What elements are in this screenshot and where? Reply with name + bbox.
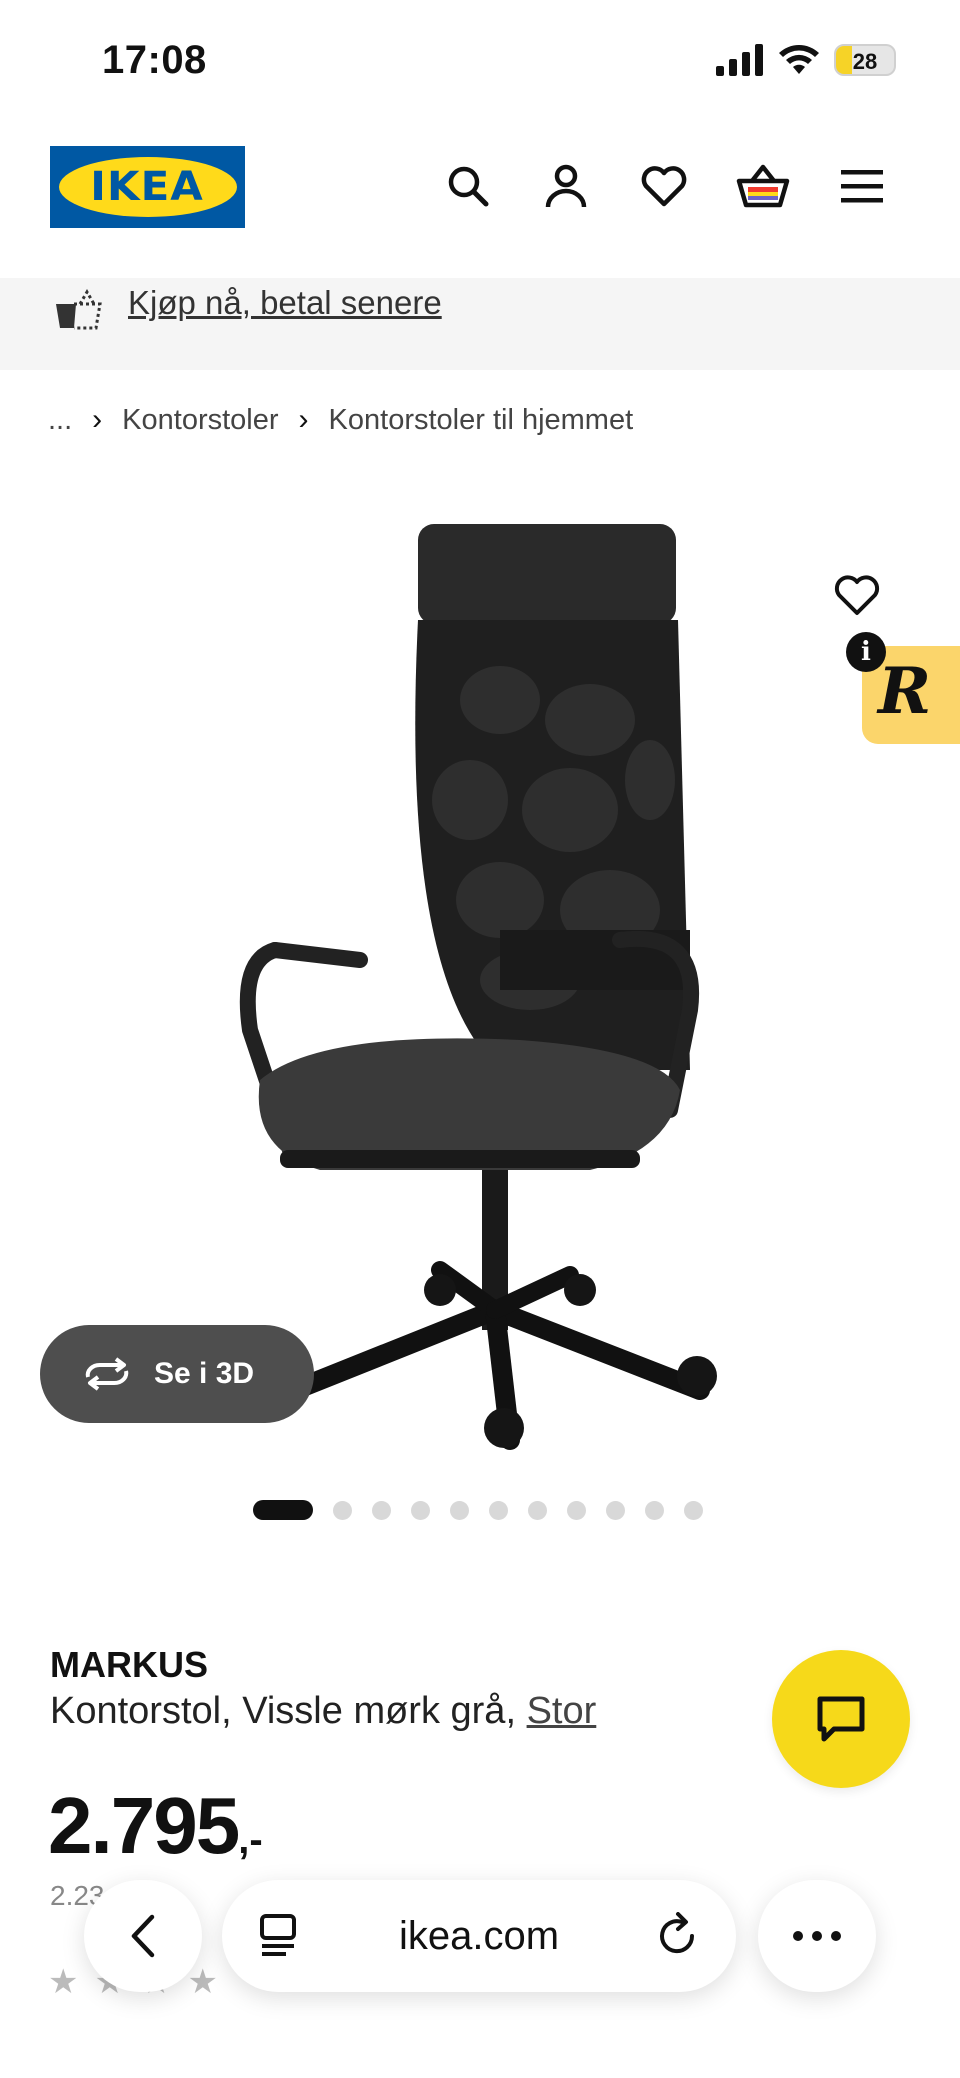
- carousel-indicator[interactable]: [253, 1500, 703, 1520]
- chat-icon: [817, 1696, 865, 1742]
- product-image[interactable]: [200, 510, 760, 1470]
- basket-icon[interactable]: [733, 156, 793, 216]
- ikea-logo[interactable]: IKEA: [50, 146, 245, 228]
- star-icon: ★: [48, 1963, 79, 2001]
- carousel-dot[interactable]: [372, 1500, 391, 1520]
- carousel-dot[interactable]: [567, 1500, 586, 1520]
- breadcrumb-item[interactable]: Kontorstoler: [122, 404, 278, 437]
- heart-icon[interactable]: [634, 156, 694, 216]
- banner-link[interactable]: Kjøp nå, betal senere: [128, 284, 442, 322]
- more-icon: [793, 1931, 841, 1941]
- carousel-dot[interactable]: [333, 1500, 352, 1520]
- carousel-dot[interactable]: [684, 1500, 703, 1520]
- menu-icon[interactable]: [832, 156, 892, 216]
- chevron-right-icon: ›: [92, 403, 103, 436]
- status-time: 17:08: [102, 38, 207, 82]
- size-link[interactable]: Stor: [527, 1690, 597, 1732]
- search-icon[interactable]: [438, 156, 498, 216]
- price-value: 2.795: [48, 1781, 240, 1870]
- view-3d-label: Se i 3D: [154, 1357, 255, 1390]
- dotted-bag-icon: [54, 288, 104, 335]
- breadcrumb-item[interactable]: Kontorstoler til hjemmet: [329, 404, 634, 437]
- carousel-dot[interactable]: [489, 1500, 508, 1520]
- image-heart-icon[interactable]: [834, 574, 880, 621]
- view-3d-button[interactable]: Se i 3D: [40, 1325, 314, 1423]
- carousel-dot[interactable]: [645, 1500, 664, 1520]
- account-icon[interactable]: [536, 156, 596, 216]
- reload-icon[interactable]: [656, 1912, 700, 1958]
- battery-level: 28: [852, 49, 878, 74]
- rotate-icon: [85, 1357, 129, 1391]
- chevron-left-icon: [131, 1914, 155, 1958]
- price-suffix: ,-: [238, 1818, 263, 1862]
- carousel-dot[interactable]: [411, 1500, 430, 1520]
- info-icon[interactable]: i: [846, 632, 886, 672]
- signal-icon: [716, 44, 763, 76]
- wifi-icon: [779, 45, 819, 74]
- battery-indicator: 28: [834, 44, 896, 76]
- r-letter: R: [878, 654, 932, 729]
- browser-url-bar[interactable]: ikea.com: [222, 1880, 736, 1992]
- product-description: Kontorstol, Vissle mørk grå, Stor: [50, 1690, 596, 1733]
- product-name: MARKUS: [50, 1644, 208, 1685]
- carousel-dot[interactable]: [450, 1500, 469, 1520]
- carousel-dot[interactable]: [528, 1500, 547, 1520]
- carousel-dot[interactable]: [606, 1500, 625, 1520]
- breadcrumb-ellipsis[interactable]: ...: [48, 404, 72, 437]
- carousel-dot[interactable]: [253, 1500, 313, 1520]
- star-icon: ★: [187, 1963, 218, 2001]
- chat-button[interactable]: [772, 1650, 910, 1788]
- chevron-right-icon: ›: [298, 403, 309, 436]
- browser-back-button[interactable]: [84, 1880, 202, 1992]
- status-icons: 28: [716, 44, 896, 76]
- product-price: 2.795,-: [48, 1780, 263, 1872]
- browser-more-button[interactable]: [758, 1880, 876, 1992]
- product-description-text: Kontorstol, Vissle mørk grå,: [50, 1690, 517, 1732]
- logo-text: IKEA: [90, 164, 205, 210]
- breadcrumb: ... › Kontorstoler › Kontorstoler til hj…: [48, 403, 633, 437]
